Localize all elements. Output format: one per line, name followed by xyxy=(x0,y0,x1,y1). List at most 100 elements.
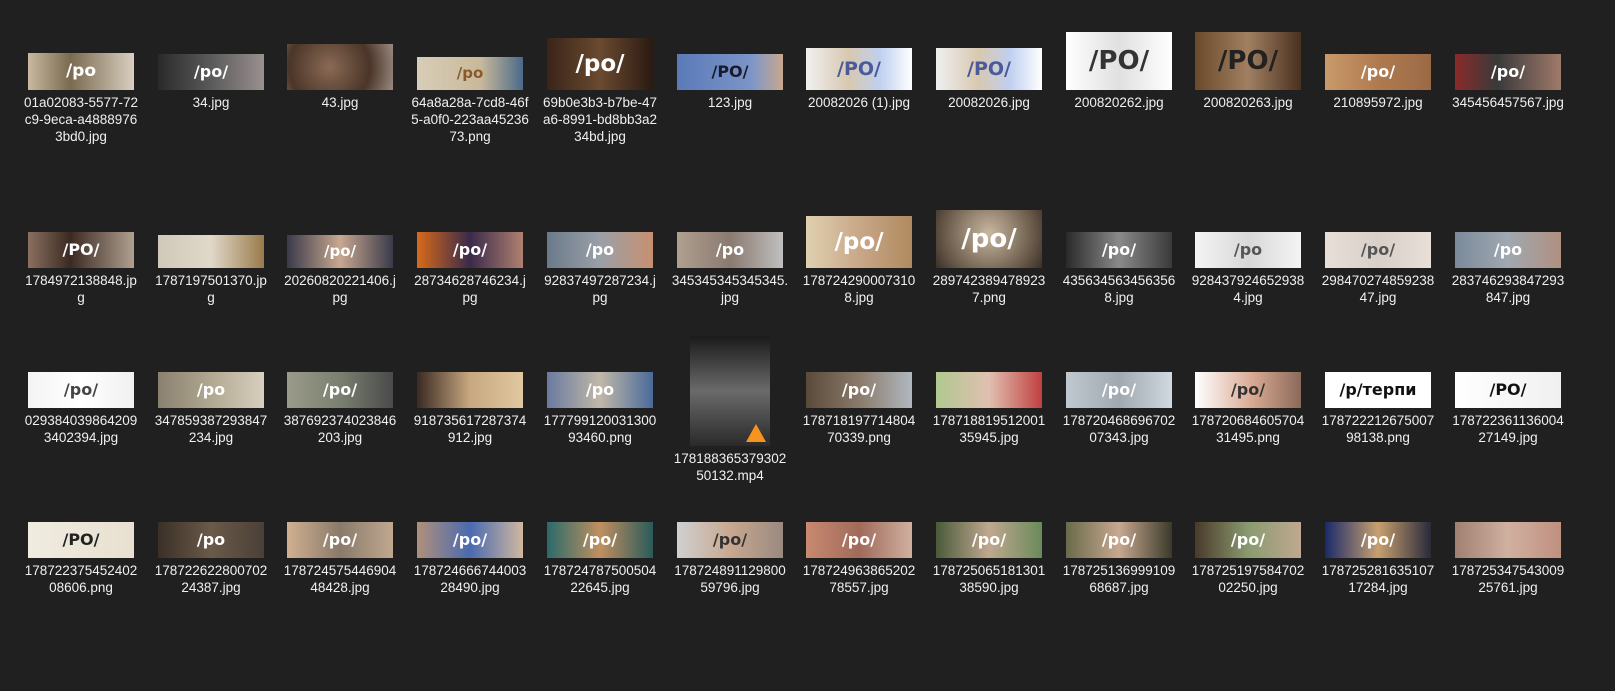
thumbnail-overlay-text: /PO/ xyxy=(711,62,749,81)
thumbnail-overlay-text: /po/ xyxy=(193,62,229,81)
thumbnail-overlay-text: /po xyxy=(196,380,226,399)
file-name: 17872046869670207343.jpg xyxy=(1062,413,1176,445)
thumbnail-frame: /po/ xyxy=(152,10,270,90)
thumbnail-frame: /po xyxy=(411,10,529,90)
thumbnail-frame: /PO/ xyxy=(930,10,1048,90)
thumbnail-overlay-text: /PO/ xyxy=(837,57,881,80)
thumbnail-overlay-text: /po xyxy=(1493,240,1523,259)
thumbnail-frame: /po/ xyxy=(22,328,140,408)
image-thumbnail: /po/ xyxy=(287,372,393,408)
file-name: 17872236113600427149.jpg xyxy=(1452,413,1564,445)
thumbnail-overlay-text: /po/ xyxy=(1101,530,1137,549)
image-thumbnail: /po/ xyxy=(806,216,912,268)
thumbnail-frame: /po/ xyxy=(1060,478,1178,558)
thumbnail-overlay-text: /po/ xyxy=(1360,530,1396,549)
image-thumbnail: /PO/ xyxy=(936,48,1042,90)
file-name: 92837497287234.jpg xyxy=(544,273,656,305)
image-thumbnail: /po/ xyxy=(417,232,523,268)
thumbnail-frame: /po/ xyxy=(930,188,1048,268)
image-thumbnail: /po/ xyxy=(547,38,653,90)
file-name: 17872506518130138590.jpg xyxy=(932,563,1046,595)
file-name: 01a02083-5577-72c9-9eca-a48889763bd0.jpg xyxy=(23,95,139,144)
file-name: 17872534754300925761.jpg xyxy=(1451,563,1565,595)
image-thumbnail: /PO/ xyxy=(806,48,912,90)
thumbnail-overlay-text: /PO/ xyxy=(62,530,100,549)
thumbnail-frame: /PO/ xyxy=(22,188,140,268)
thumbnail-frame: /po xyxy=(1189,188,1307,268)
image-thumbnail: /po xyxy=(547,372,653,408)
thumbnail-overlay-text: /PO/ xyxy=(1088,46,1150,76)
file-name: 1787242900073108.jpg xyxy=(802,273,916,305)
image-thumbnail: /po/ xyxy=(1325,522,1431,558)
thumbnail-frame: /po/ xyxy=(1319,10,1437,90)
thumbnail-overlay-text: /po/ xyxy=(1101,240,1137,259)
thumbnail-frame: /po xyxy=(541,328,659,408)
thumbnail-frame: /po/ xyxy=(1060,328,1178,408)
thumbnail-overlay-text: /po/ xyxy=(582,530,618,549)
image-thumbnail: /po/ xyxy=(677,522,783,558)
thumbnail-frame: /po/ xyxy=(1449,10,1567,90)
thumbnail-overlay-text: /po/ xyxy=(324,242,356,260)
thumbnail-overlay-text: /po/ xyxy=(452,240,488,259)
image-thumbnail: /po/ xyxy=(1325,232,1431,268)
image-thumbnail: /po/ xyxy=(287,522,393,558)
image-thumbnail: /po/ xyxy=(1325,54,1431,90)
image-thumbnail: /po/ xyxy=(806,522,912,558)
image-thumbnail: /po/ xyxy=(1066,522,1172,558)
file-name: 17872496386520278557.jpg xyxy=(802,563,916,595)
image-thumbnail: /po/ xyxy=(28,372,134,408)
file-name: 29847027485923847.jpg xyxy=(1321,273,1435,305)
thumbnail-frame: /po/ xyxy=(411,478,529,558)
image-thumbnail: /po/ xyxy=(1195,372,1301,408)
file-name: 17872466674400328490.jpg xyxy=(413,563,527,595)
file-name: 43.jpg xyxy=(321,95,359,110)
image-thumbnail: /po/ xyxy=(1455,54,1561,90)
image-thumbnail: /po/ xyxy=(287,235,393,268)
thumbnail-overlay-text: /po/ xyxy=(1230,380,1266,399)
thumbnail-frame: /po/ xyxy=(800,478,918,558)
file-name: 17872478750050422645.jpg xyxy=(543,563,657,595)
image-thumbnail xyxy=(1455,522,1561,558)
thumbnail-overlay-text: /po/ xyxy=(712,530,748,549)
file-name: 20082026.jpg xyxy=(948,95,1030,110)
thumbnail-frame: /po/ xyxy=(281,188,399,268)
thumbnail-frame: /po/ xyxy=(1189,328,1307,408)
image-thumbnail xyxy=(158,235,264,268)
thumbnail-frame: /po xyxy=(1449,188,1567,268)
file-name: 64a8a28a-7cd8-46f5-a0f0-223aa4523673.png xyxy=(411,95,529,144)
thumbnail-overlay-text: /po/ xyxy=(841,530,877,549)
image-thumbnail: /PO/ xyxy=(677,54,783,90)
thumbnail-frame: /po xyxy=(152,328,270,408)
image-thumbnail xyxy=(936,372,1042,408)
image-thumbnail xyxy=(417,372,523,408)
file-name: 9284379246529384.jpg xyxy=(1191,273,1305,305)
thumbnail-overlay-text: /PO/ xyxy=(1489,380,1527,399)
image-thumbnail: /po/ xyxy=(1195,522,1301,558)
thumbnail-frame: /po/ xyxy=(671,478,789,558)
thumbnail-frame: /po xyxy=(671,188,789,268)
image-thumbnail: /po xyxy=(158,522,264,558)
image-thumbnail: /PO/ xyxy=(1066,32,1172,90)
file-name: 347859387293847234.jpg xyxy=(154,413,268,445)
file-name: 69b0e3b3-b7be-47a6-8991-bd8bb3a234bd.jpg xyxy=(542,95,658,144)
file-name: 20082026 (1).jpg xyxy=(807,95,911,110)
file-name: 4356345634563568.jpg xyxy=(1062,273,1176,305)
file-name: 345345345345345.jpg xyxy=(671,273,789,305)
file-name: 17872068460570431495.png xyxy=(1191,413,1305,445)
thumbnail-frame xyxy=(411,328,529,408)
thumbnail-frame: /po/ xyxy=(411,188,529,268)
thumbnail-frame: /po/ xyxy=(930,478,1048,558)
vlc-cone-icon xyxy=(746,424,766,442)
thumbnail-overlay-text: /po xyxy=(585,240,615,259)
file-name: 17872513699910968687.jpg xyxy=(1062,563,1176,595)
thumbnail-frame: /po/ xyxy=(541,10,659,90)
image-thumbnail: /po/ xyxy=(1066,372,1172,408)
thumbnail-frame: /po/ xyxy=(1060,188,1178,268)
file-name: 17872237545240208606.png xyxy=(24,563,138,595)
thumbnail-overlay-text: /po/ xyxy=(971,530,1007,549)
thumbnail-frame: /PO/ xyxy=(800,10,918,90)
image-thumbnail: /po/ xyxy=(936,522,1042,558)
image-thumbnail: /po xyxy=(158,372,264,408)
image-thumbnail: /po xyxy=(677,232,783,268)
image-thumbnail: /PO/ xyxy=(28,232,134,268)
